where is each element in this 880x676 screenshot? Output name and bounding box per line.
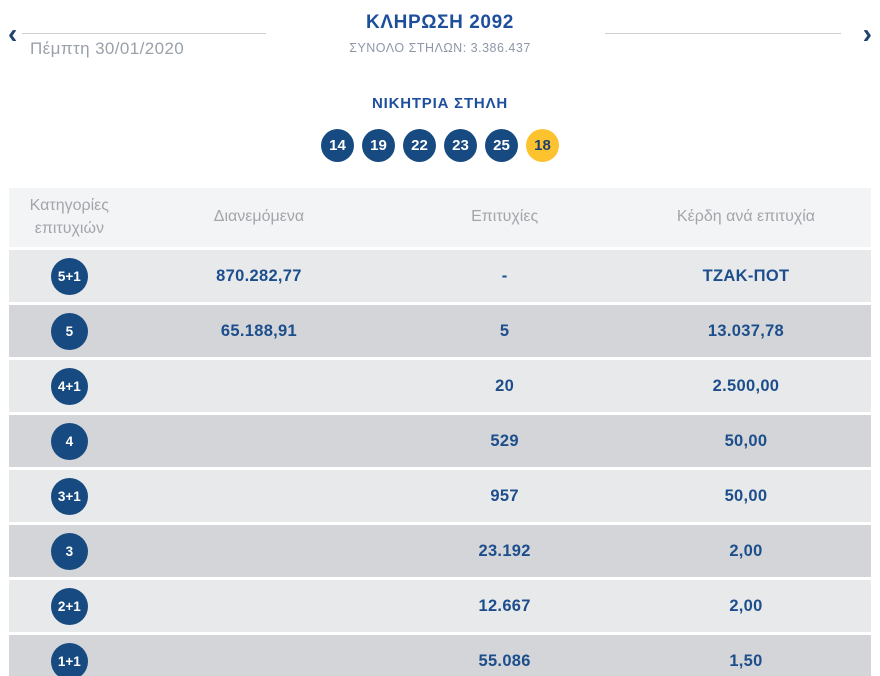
category-cell: 4+1 — [9, 367, 130, 405]
winners-cell: 5 — [499, 321, 510, 340]
category-cell: 3 — [9, 532, 130, 570]
winners-cell: 12.667 — [478, 596, 531, 615]
winning-number-ball: 23 — [444, 129, 477, 162]
category-badge: 4+1 — [50, 367, 88, 405]
prize-cell: 13.037,78 — [707, 321, 785, 340]
category-cell: 4 — [9, 422, 130, 460]
table-row: 2+1 12.667 2,00 — [9, 580, 871, 632]
column-header-winners: Επιτυχίες — [471, 208, 539, 226]
right-divider-line — [605, 33, 841, 34]
table-row: 5+1 870.282,77 - ΤΖΑΚ-ΠΟΤ — [9, 250, 871, 302]
previous-draw-button[interactable]: ‹ — [4, 18, 21, 50]
category-cell: 5+1 — [9, 257, 130, 295]
results-table-header: Κατηγορίες επιτυχιών Διανεμόμενα Επιτυχί… — [9, 188, 871, 247]
chevron-left-icon: ‹ — [8, 18, 18, 49]
prize-cell: 50,00 — [724, 486, 768, 505]
table-row: 5 65.188,91 5 13.037,78 — [9, 305, 871, 357]
total-columns-label: ΣΥΝΟΛΟ ΣΤΗΛΩΝ: — [349, 41, 467, 55]
distributed-cell: 65.188,91 — [220, 321, 298, 340]
winners-cell: 529 — [490, 431, 519, 450]
draw-header: ‹ Πέμπτη 30/01/2020 ΚΛΗΡΩΣΗ 2092 ΣΥΝΟΛΟ … — [0, 0, 880, 70]
category-cell: 3+1 — [9, 477, 130, 515]
prize-cell: 1,50 — [729, 651, 763, 670]
winning-number-ball: 25 — [485, 129, 518, 162]
bonus-number-ball: 18 — [526, 129, 559, 162]
next-draw-button[interactable]: › — [859, 18, 876, 50]
total-columns: ΣΥΝΟΛΟ ΣΤΗΛΩΝ: 3.386.437 — [200, 41, 680, 55]
table-row: 3+1 957 50,00 — [9, 470, 871, 522]
winning-column-title: ΝΙΚΗΤΡΙΑ ΣΤΗΛΗ — [371, 95, 509, 112]
column-header-distributed: Διανεμόμενα — [213, 208, 305, 226]
category-badge: 3+1 — [50, 477, 88, 515]
joker-draw-results-page: ‹ Πέμπτη 30/01/2020 ΚΛΗΡΩΣΗ 2092 ΣΥΝΟΛΟ … — [0, 0, 880, 676]
winning-number-ball: 19 — [362, 129, 395, 162]
prize-cell: 2,00 — [729, 596, 763, 615]
winning-number-ball: 14 — [321, 129, 354, 162]
category-badge: 1+1 — [50, 642, 88, 676]
winning-numbers: 14 19 22 23 25 18 — [0, 129, 880, 162]
category-badge: 3 — [50, 532, 88, 570]
category-badge: 5+1 — [50, 257, 88, 295]
results-table-body: 5+1 870.282,77 - ΤΖΑΚ-ΠΟΤ 5 65.188,91 5 … — [9, 250, 871, 676]
category-cell: 5 — [9, 312, 130, 350]
category-badge: 5 — [50, 312, 88, 350]
winning-number-ball: 22 — [403, 129, 436, 162]
winning-column-section: ΝΙΚΗΤΡΙΑ ΣΤΗΛΗ 14 19 22 23 25 18 — [0, 95, 880, 162]
total-columns-value: 3.386.437 — [470, 41, 531, 55]
category-badge: 2+1 — [50, 587, 88, 625]
draw-date: Πέμπτη 30/01/2020 — [30, 39, 185, 58]
table-row: 4+1 20 2.500,00 — [9, 360, 871, 412]
winners-cell: 23.192 — [478, 541, 531, 560]
winners-cell: 20 — [495, 376, 515, 395]
prize-cell: ΤΖΑΚ-ΠΟΤ — [702, 266, 790, 285]
table-row: 3 23.192 2,00 — [9, 525, 871, 577]
draw-title: ΚΛΗΡΩΣΗ 2092 — [366, 12, 514, 33]
category-cell: 1+1 — [9, 642, 130, 676]
prize-cell: 50,00 — [724, 431, 768, 450]
prize-cell: 2.500,00 — [712, 376, 780, 395]
table-row: 4 529 50,00 — [9, 415, 871, 467]
winners-cell: 55.086 — [478, 651, 531, 670]
column-header-categories: Κατηγορίες επιτυχιών — [29, 197, 109, 237]
table-row: 1+1 55.086 1,50 — [9, 635, 871, 676]
column-header-prize-per-winner: Κέρδη ανά επιτυχία — [676, 208, 816, 226]
prize-cell: 2,00 — [729, 541, 763, 560]
winners-cell: 957 — [490, 486, 519, 505]
results-table: Κατηγορίες επιτυχιών Διανεμόμενα Επιτυχί… — [9, 188, 871, 676]
category-badge: 4 — [50, 422, 88, 460]
distributed-cell: 870.282,77 — [216, 266, 302, 285]
category-cell: 2+1 — [9, 587, 130, 625]
winners-cell: - — [501, 266, 508, 285]
chevron-right-icon: › — [862, 18, 872, 49]
